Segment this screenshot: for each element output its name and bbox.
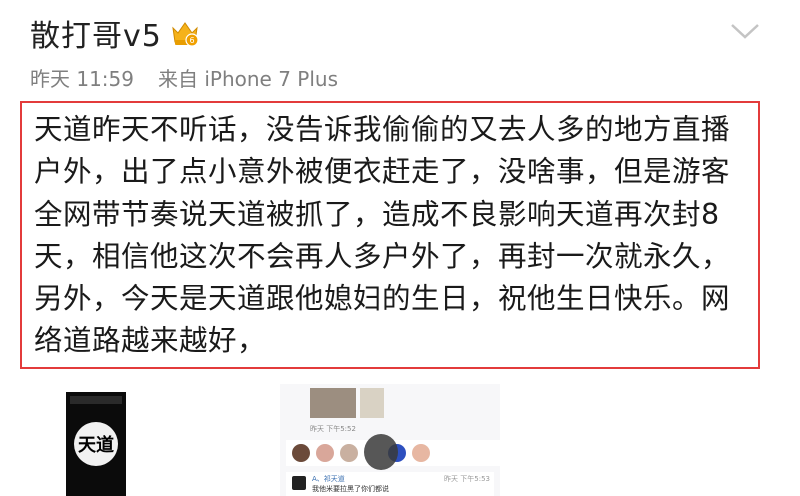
chat-photo-2 (360, 388, 384, 418)
svg-text:6: 6 (189, 36, 194, 45)
chat-message-row: A、祁天道 我他米要拉黑了你们都说 昨天 下午5:53 (286, 472, 494, 496)
chat-time-2: 昨天 下午5:53 (444, 475, 490, 483)
avatar (292, 444, 310, 462)
avatar (412, 444, 430, 462)
chat-message: 我他米要拉黑了你们都说 (312, 485, 389, 493)
blurred-avatar (364, 434, 398, 470)
post-header: 散打哥v5 6 (30, 8, 200, 58)
status-bar (70, 396, 122, 404)
post-source: 来自 iPhone 7 Plus (158, 67, 339, 91)
avatar (292, 476, 306, 490)
logo-image: 天道 (74, 422, 118, 466)
post-time: 昨天 11:59 (30, 67, 134, 91)
image-gallery: 天道 昨天 下午5:52 A、祁天道 我他米要拉黑了你们都说 昨天 下午5:53 (0, 384, 800, 496)
chat-sender: A、祁天道 (312, 475, 345, 483)
chevron-down-icon[interactable] (730, 22, 760, 40)
username[interactable]: 散打哥v5 (30, 11, 162, 55)
post-content-highlight: 天道昨天不听话，没告诉我偷偷的又去人多的地方直播户外，出了点小意外被便衣赶走了，… (20, 101, 760, 369)
image-thumbnail-2[interactable]: 昨天 下午5:52 A、祁天道 我他米要拉黑了你们都说 昨天 下午5:53 (280, 384, 500, 496)
image-thumbnail-1[interactable]: 天道 (66, 392, 126, 496)
chat-photo-1 (310, 388, 356, 418)
crown-vip-icon: 6 (170, 18, 200, 48)
post-text: 天道昨天不听话，没告诉我偷偷的又去人多的地方直播户外，出了点小意外被便衣赶走了，… (34, 113, 731, 358)
logo-text: 天道 (78, 435, 114, 456)
avatar (316, 444, 334, 462)
chat-time-1: 昨天 下午5:52 (310, 425, 356, 433)
avatar (340, 444, 358, 462)
post-meta: 昨天 11:59 来自 iPhone 7 Plus (30, 63, 338, 92)
